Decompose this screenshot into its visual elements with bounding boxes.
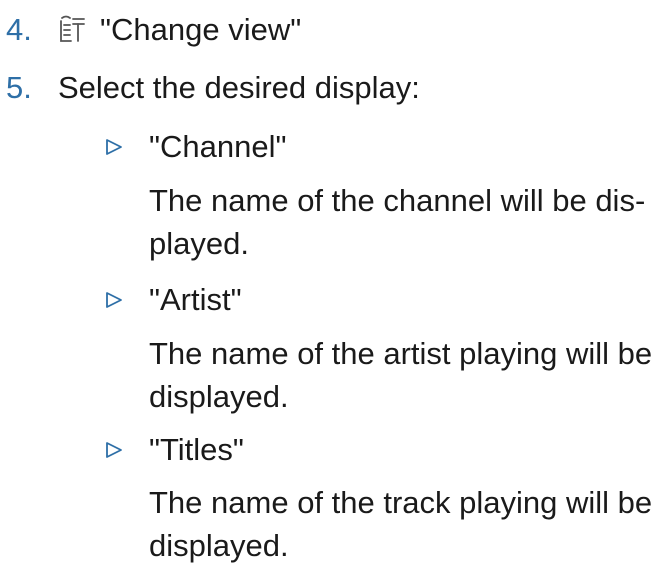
step-number: 4. (6, 12, 32, 47)
step-5: 5. Select the desired display: (0, 68, 420, 108)
triangle-bullet-icon (104, 127, 124, 167)
option-label: "Titles" (149, 432, 244, 467)
option-label: "Channel" (149, 129, 287, 164)
step-text: "Change view" (100, 12, 302, 47)
triangle-bullet-icon (104, 280, 124, 320)
change-view-icon (58, 14, 86, 44)
option-label: "Artist" (149, 282, 242, 317)
option-description-line: The name of the channel will be dis- (149, 183, 646, 218)
instruction-page: 4. "Change view" 5. Select the desired d… (0, 0, 654, 563)
step-text: Select the desired display: (58, 70, 420, 105)
option-description-line: displayed. (149, 379, 289, 414)
option-description-line: The name of the artist playing will be (149, 336, 653, 371)
option-description-line: played. (149, 226, 249, 261)
option-description-line: displayed. (149, 528, 289, 563)
step-4: 4. "Change view" (0, 10, 301, 50)
step-number: 5. (6, 70, 32, 105)
triangle-bullet-icon (104, 430, 124, 470)
option-description-line: The name of the track playing will be (149, 485, 653, 520)
